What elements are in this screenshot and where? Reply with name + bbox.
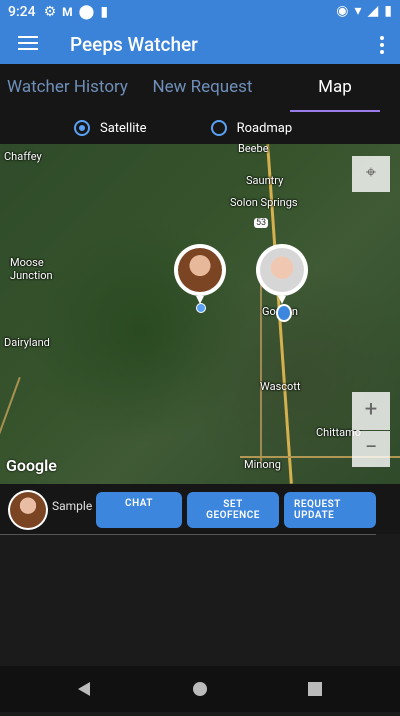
woman-avatar (178, 248, 222, 292)
set-geofence-button[interactable]: SET GEOFENCE (187, 492, 279, 528)
person-marker-woman[interactable] (174, 244, 226, 304)
status-time: 9:24 (8, 4, 36, 20)
location-icon: ⬤ (78, 4, 95, 20)
map-label: Chaffey (4, 150, 42, 163)
tab-new-request[interactable]: New Request (135, 64, 270, 112)
satellite-radio[interactable]: Satellite (74, 120, 147, 136)
tab-map[interactable]: Map (270, 64, 400, 112)
google-logo: Google (6, 456, 57, 475)
person-name: Sample (52, 499, 93, 513)
gmail-icon: M (62, 5, 73, 19)
my-location-button[interactable]: ⌖ (352, 156, 390, 192)
hamburger-menu-icon[interactable] (18, 36, 38, 52)
satellite-label: Satellite (100, 120, 147, 136)
location-icon: ◉ (336, 3, 349, 19)
app-bar: Peeps Watcher (0, 24, 400, 64)
map-label: Wascott (260, 380, 301, 393)
map-label: Moose Junction (10, 256, 53, 282)
action-bar: Sample CHAT SET GEOFENCE REQUEST UPDATE (0, 484, 400, 534)
battery-icon: ▮ (384, 3, 392, 19)
tab-bar: Watcher History New Request Map (0, 64, 400, 112)
zoom-in-button[interactable]: + (352, 392, 390, 430)
highway-shield: 53 (254, 218, 269, 228)
gear-icon: ⚙ (43, 4, 57, 20)
app-title: Peeps Watcher (70, 33, 198, 56)
roadmap-label: Roadmap (236, 120, 293, 136)
person-marker-man[interactable] (256, 244, 308, 304)
map-label: Sauntry (246, 174, 284, 187)
avatar[interactable] (8, 490, 48, 530)
recents-icon[interactable] (308, 682, 322, 696)
radio-unselected-icon (210, 120, 227, 136)
signal-icon: ◢ (367, 3, 379, 19)
sd-card-icon: ▮ (100, 4, 109, 20)
status-icons-left: ⚙ M ⬤ ▮ (44, 4, 108, 20)
roadmap-radio[interactable]: Roadmap (210, 120, 293, 136)
map-label: Beebe (238, 144, 269, 155)
woman-avatar (10, 492, 46, 528)
map-type-selector: Satellite Roadmap (0, 112, 400, 144)
location-dot (196, 303, 206, 313)
map-label: Minong (244, 458, 281, 471)
home-icon[interactable] (193, 682, 207, 696)
road (260, 264, 262, 464)
status-bar: 9:24 ⚙ M ⬤ ▮ ◉ ▾ ◢ ▮ (0, 0, 400, 24)
wifi-icon: ▾ (354, 3, 362, 19)
radio-selected-icon (74, 120, 90, 136)
request-update-button[interactable]: REQUEST UPDATE (284, 492, 376, 528)
back-icon[interactable] (78, 682, 90, 696)
overflow-menu-icon[interactable] (380, 36, 384, 57)
man-avatar (260, 248, 304, 292)
location-pin-icon[interactable] (276, 304, 292, 322)
divider (0, 534, 376, 535)
map-label: Solon Springs (230, 196, 298, 209)
zoom-out-button[interactable]: − (352, 431, 390, 467)
map-view[interactable]: Chaffey Beebe Sauntry Solon Springs 53 M… (0, 144, 400, 484)
nav-icons (78, 682, 322, 696)
tab-watcher-history[interactable]: Watcher History (0, 64, 135, 112)
status-icons-right: ◉ ▾ ◢ ▮ (336, 3, 392, 19)
system-nav-bar (0, 666, 400, 712)
chat-button[interactable]: CHAT (96, 492, 182, 528)
map-label: Dairyland (4, 336, 50, 349)
